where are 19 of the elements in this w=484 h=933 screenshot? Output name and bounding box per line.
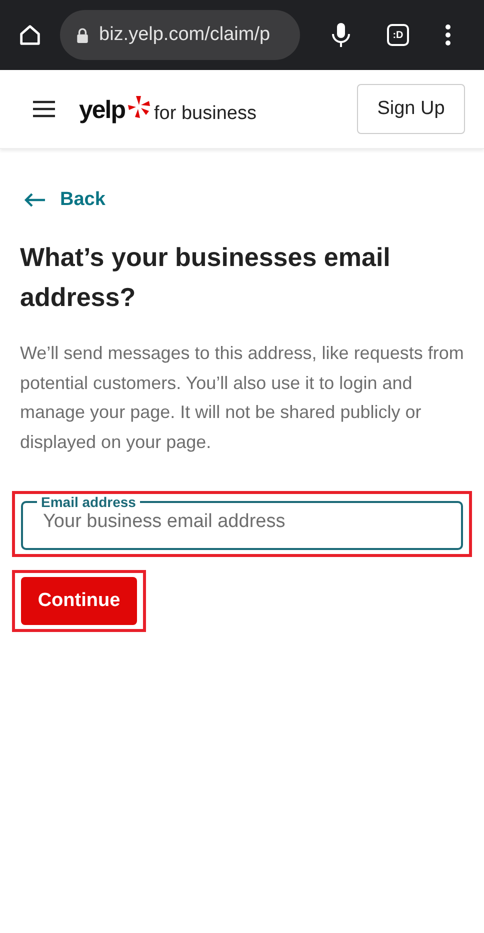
menu-icon[interactable] <box>33 100 55 118</box>
more-options-icon[interactable] <box>445 24 451 46</box>
back-arrow-icon <box>24 193 46 207</box>
description-text: We’ll send messages to this address, like requests from potential customers. You’ll also use it to login and manage your page. It will not be shared publicly or displayed on your page. <box>20 342 464 454</box>
field-label: Email address <box>40 494 137 510</box>
email-field[interactable]: Email address Your business email address <box>21 494 463 550</box>
logo-text: yelp <box>79 98 126 123</box>
home-icon[interactable] <box>17 22 43 48</box>
microphone-icon[interactable] <box>331 22 351 48</box>
url-text: biz.yelp.com/claim/p <box>99 24 270 46</box>
tab-switcher[interactable]: :D <box>387 24 409 46</box>
sign-up-button[interactable]: Sign Up <box>357 84 465 134</box>
page-heading: What’s your businesses email address? <box>20 241 392 314</box>
logo-subtitle: for business <box>154 104 256 123</box>
address-bar[interactable]: biz.yelp.com/claim/p <box>60 10 300 60</box>
continue-button[interactable]: Continue <box>21 577 137 625</box>
lock-icon <box>76 28 89 42</box>
back-link[interactable]: Back <box>20 189 106 211</box>
burst-icon <box>127 95 152 119</box>
